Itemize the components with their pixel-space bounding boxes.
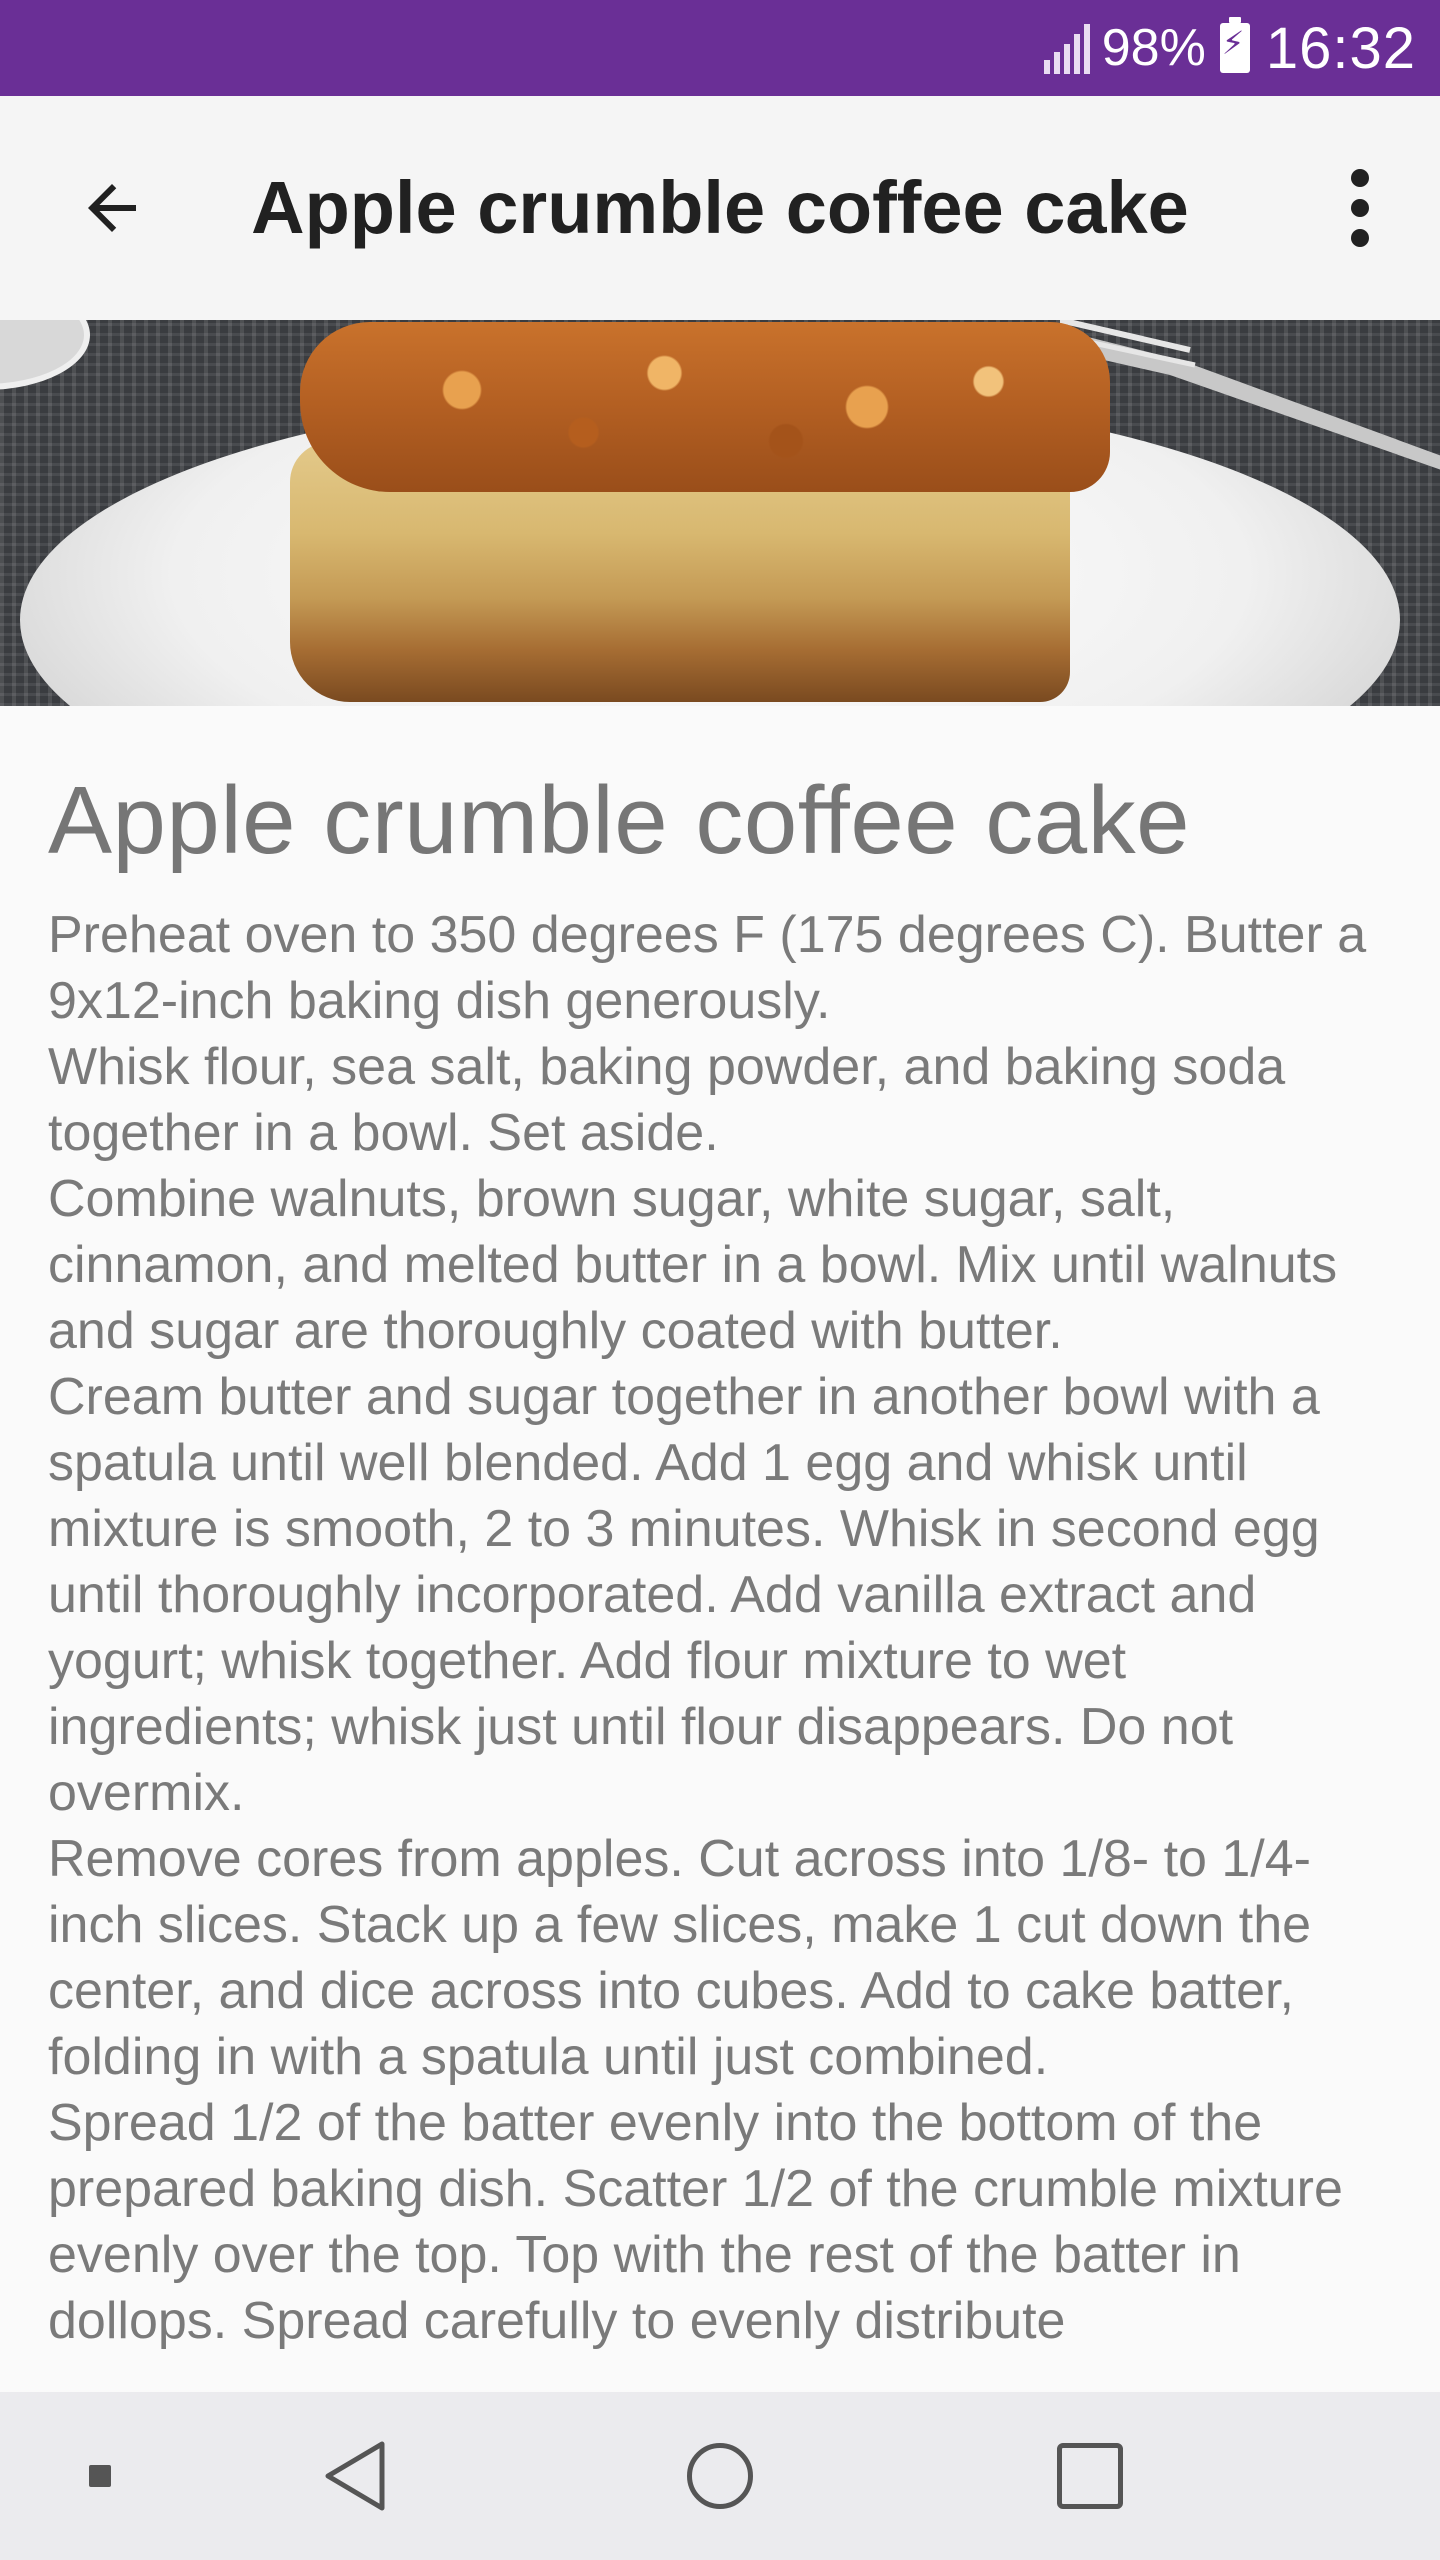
recents-square-icon bbox=[1057, 2443, 1123, 2509]
fork-icon bbox=[1060, 320, 1440, 470]
recipe-instructions: Preheat oven to 350 degrees F (175 degre… bbox=[48, 906, 1367, 2350]
signal-icon bbox=[1043, 22, 1090, 74]
more-vert-icon-dot bbox=[1351, 199, 1369, 217]
more-options-button[interactable] bbox=[1320, 168, 1400, 248]
app-bar: Apple crumble coffee cake bbox=[0, 96, 1440, 320]
battery-charging-icon bbox=[1219, 17, 1250, 73]
clock: 16:32 bbox=[1265, 15, 1416, 81]
home-circle-icon bbox=[687, 2443, 753, 2509]
more-vert-icon-dot bbox=[1351, 229, 1369, 247]
crumble-topping bbox=[300, 322, 1110, 492]
nav-recents-button[interactable] bbox=[1030, 2392, 1150, 2560]
back-triangle-icon bbox=[325, 2441, 385, 2511]
nav-overflow-button[interactable] bbox=[70, 2392, 130, 2560]
more-vert-icon bbox=[1351, 169, 1369, 187]
overflow-dot-icon bbox=[89, 2465, 111, 2487]
system-nav-bar bbox=[0, 2392, 1440, 2560]
status-bar: 98% 16:32 bbox=[0, 0, 1440, 96]
nav-back-button[interactable] bbox=[300, 2392, 410, 2560]
nav-home-button[interactable] bbox=[660, 2392, 780, 2560]
screen: 98% 16:32 Apple crumble coffee cake bbox=[0, 0, 1440, 2560]
recipe-photo bbox=[0, 320, 1440, 706]
recipe-heading: Apple crumble coffee cake bbox=[48, 767, 1191, 874]
recipe-content[interactable]: Apple crumble coffee cake Preheat oven t… bbox=[0, 706, 1440, 2392]
battery-percent: 98% bbox=[1101, 19, 1206, 77]
cake-slice bbox=[290, 322, 1110, 702]
page-title: Apple crumble coffee cake bbox=[251, 166, 1189, 249]
